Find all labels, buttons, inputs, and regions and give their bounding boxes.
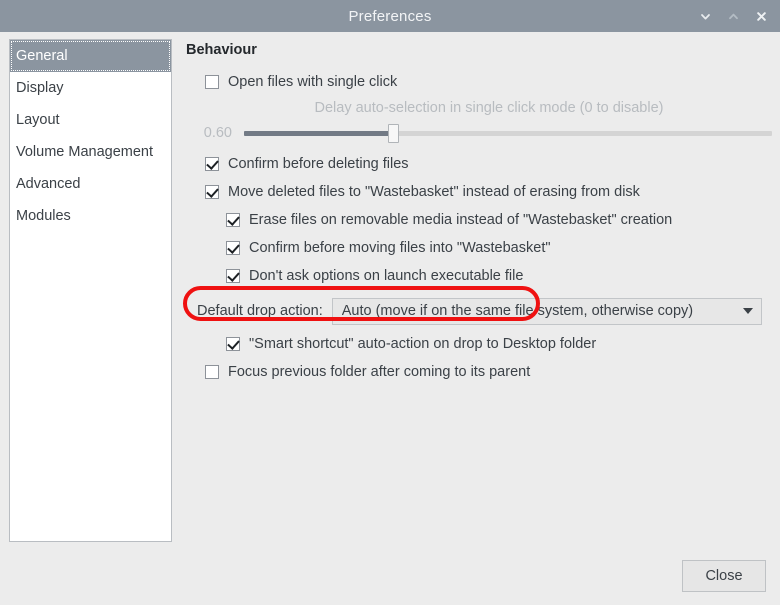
option-confirm-move-wastebasket[interactable]: Confirm before moving files into "Wasteb…: [186, 234, 772, 262]
sidebar-item-display[interactable]: Display: [10, 72, 171, 104]
maximize-button[interactable]: [720, 3, 746, 29]
option-open-single-click[interactable]: Open files with single click: [186, 68, 772, 96]
option-label: Confirm before deleting files: [228, 156, 409, 172]
sidebar-item-layout[interactable]: Layout: [10, 104, 171, 136]
checkbox-confirm-delete[interactable]: [205, 157, 219, 171]
option-confirm-delete[interactable]: Confirm before deleting files: [186, 150, 772, 178]
close-button[interactable]: Close: [682, 560, 766, 592]
window-titlebar: Preferences: [0, 0, 780, 32]
option-label: Don't ask options on launch executable f…: [249, 268, 524, 284]
option-label: "Smart shortcut" auto-action on drop to …: [249, 336, 597, 352]
sidebar-item-label: Layout: [16, 112, 60, 128]
minimize-button[interactable]: [692, 3, 718, 29]
chevron-down-icon: [700, 13, 710, 19]
option-erase-removable-media[interactable]: Erase files on removable media instead o…: [186, 206, 772, 234]
close-window-button[interactable]: [748, 3, 774, 29]
default-drop-action-label: Default drop action:: [197, 303, 323, 319]
checkbox-smart-shortcut[interactable]: [226, 337, 240, 351]
default-drop-action-select[interactable]: Auto (move if on the same file system, o…: [331, 297, 762, 325]
slider-fill: [244, 131, 395, 136]
delay-slider-caption: Delay auto-selection in single click mod…: [314, 100, 664, 116]
sidebar-item-advanced[interactable]: Advanced: [10, 168, 171, 200]
close-icon: [756, 11, 766, 21]
option-label: Confirm before moving files into "Wasteb…: [249, 240, 551, 256]
sidebar-item-label: General: [16, 48, 68, 64]
option-dont-ask-launch-executable[interactable]: Don't ask options on launch executable f…: [186, 262, 772, 290]
general-settings-panel: Behaviour Open files with single click D…: [186, 42, 772, 532]
window-title: Preferences: [348, 7, 432, 25]
preferences-category-list[interactable]: General Display Layout Volume Management…: [9, 39, 172, 542]
chevron-down-icon: [742, 308, 753, 314]
default-drop-action-row: Default drop action: Auto (move if on th…: [186, 296, 772, 326]
sidebar-item-modules[interactable]: Modules: [10, 200, 171, 232]
slider-handle[interactable]: [387, 124, 399, 143]
option-move-to-wastebasket[interactable]: Move deleted files to "Wastebasket" inst…: [186, 178, 772, 206]
checkbox-erase-removable-media[interactable]: [226, 213, 240, 227]
sidebar-item-label: Volume Management: [16, 144, 154, 160]
checkbox-focus-previous-folder[interactable]: [205, 365, 219, 379]
sidebar-item-label: Advanced: [16, 176, 81, 192]
option-label: Erase files on removable media instead o…: [249, 212, 673, 228]
checkbox-open-single-click[interactable]: [205, 75, 219, 89]
behaviour-group-title: Behaviour: [186, 42, 257, 58]
sidebar-item-general[interactable]: General: [10, 40, 171, 72]
checkbox-confirm-move-wastebasket[interactable]: [226, 241, 240, 255]
option-focus-previous-folder[interactable]: Focus previous folder after coming to it…: [186, 358, 772, 386]
sidebar-item-volume-management[interactable]: Volume Management: [10, 136, 171, 168]
option-smart-shortcut[interactable]: "Smart shortcut" auto-action on drop to …: [186, 330, 772, 358]
option-label: Move deleted files to "Wastebasket" inst…: [228, 184, 640, 200]
default-drop-action-value: Auto (move if on the same file system, o…: [341, 303, 694, 319]
delay-slider[interactable]: [244, 124, 772, 143]
option-label: Open files with single click: [228, 74, 398, 90]
chevron-up-icon: [728, 13, 738, 19]
delay-slider-value: 0.60: [203, 125, 232, 141]
sidebar-item-label: Display: [16, 80, 64, 96]
option-label: Focus previous folder after coming to it…: [228, 364, 531, 380]
delay-slider-row: 0.60: [186, 120, 772, 146]
checkbox-move-to-wastebasket[interactable]: [205, 185, 219, 199]
window-controls: [692, 0, 774, 32]
sidebar-item-label: Modules: [16, 208, 71, 224]
checkbox-dont-ask-launch-executable[interactable]: [226, 269, 240, 283]
